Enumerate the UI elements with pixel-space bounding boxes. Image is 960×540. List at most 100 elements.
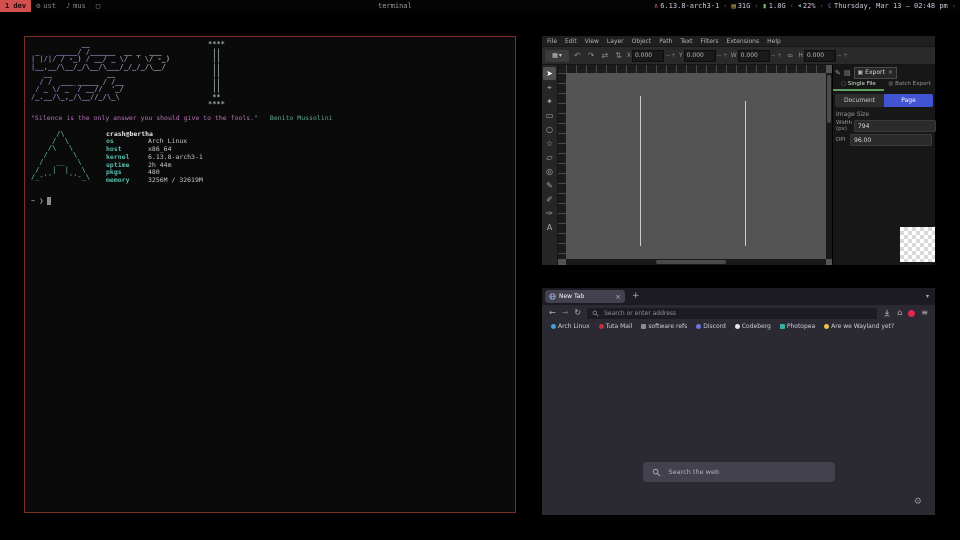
workspace-dev[interactable]: 1 dev bbox=[0, 0, 31, 12]
flip-vertical-icon[interactable]: ⇅ bbox=[613, 51, 624, 60]
y-decrement[interactable]: − bbox=[717, 52, 722, 59]
forward-button[interactable]: → bbox=[562, 309, 569, 317]
volume-module[interactable]: ◀ 22% bbox=[798, 2, 816, 10]
x-increment[interactable]: + bbox=[671, 52, 676, 59]
box-3d-tool[interactable]: ▱ bbox=[543, 151, 556, 164]
tab-close-icon[interactable]: × bbox=[615, 293, 621, 301]
menu-edit[interactable]: Edit bbox=[565, 38, 577, 45]
bookmark-photopea[interactable]: Photopea bbox=[780, 323, 815, 330]
navigation-bar: ← → ↻ ⌂ ≡ bbox=[542, 305, 935, 321]
workspace-ust[interactable]: ⚙ ust bbox=[31, 0, 61, 12]
workspace-empty[interactable]: □ bbox=[91, 0, 105, 12]
menu-file[interactable]: File bbox=[547, 38, 557, 45]
y-increment[interactable]: + bbox=[723, 52, 728, 59]
bookmark-codeberg[interactable]: Codeberg bbox=[735, 323, 771, 330]
web-search-input[interactable] bbox=[667, 467, 826, 477]
vertical-scroll-thumb[interactable] bbox=[827, 75, 831, 123]
node-tool[interactable]: ⌖ bbox=[543, 81, 556, 94]
star-tool[interactable]: ☆ bbox=[543, 137, 556, 150]
active-tab[interactable]: New Tab × bbox=[545, 290, 625, 303]
w-decrement[interactable]: − bbox=[771, 52, 776, 59]
document-button[interactable]: Document bbox=[835, 94, 884, 107]
w-increment[interactable]: + bbox=[777, 52, 782, 59]
menu-object[interactable]: Object bbox=[632, 38, 652, 45]
menu-text[interactable]: Text bbox=[680, 38, 692, 45]
pencil-panel-icon[interactable]: ✎ bbox=[835, 69, 841, 77]
horizontal-scroll-thumb[interactable] bbox=[656, 260, 726, 264]
h-increment[interactable]: + bbox=[843, 52, 848, 59]
selection-mode-dropdown[interactable]: ▦ ▾ bbox=[545, 50, 569, 62]
disk-icon: ▤ bbox=[731, 2, 735, 10]
bookmark-discord[interactable]: Discord bbox=[696, 323, 726, 330]
separator: ‹ bbox=[723, 2, 727, 10]
export-width-input[interactable] bbox=[854, 120, 936, 132]
workspace-dev-label: 1 dev bbox=[5, 2, 26, 10]
menu-view[interactable]: View bbox=[585, 38, 599, 45]
bookmark-software-refs-folder[interactable]: software refs bbox=[641, 323, 687, 330]
export-dpi-input[interactable] bbox=[850, 134, 932, 146]
layers-panel-icon[interactable]: ▤ bbox=[844, 69, 851, 77]
calligraphy-tool[interactable]: ✑ bbox=[543, 207, 556, 220]
shape-builder-tool[interactable]: ✦ bbox=[543, 95, 556, 108]
spiral-tool[interactable]: ◎ bbox=[543, 165, 556, 178]
memory-used: 1.8G bbox=[769, 2, 786, 10]
pencil-tool[interactable]: ✎ bbox=[543, 179, 556, 192]
canvas-horizontal-scrollbar[interactable] bbox=[566, 259, 826, 265]
recording-indicator-icon[interactable] bbox=[908, 310, 915, 317]
download-icon[interactable] bbox=[883, 309, 891, 317]
lock-ratio-icon[interactable]: ∞ bbox=[785, 51, 796, 60]
chevron-down-icon: ▾ bbox=[559, 52, 562, 59]
status-bar: 1 dev ⚙ ust ♪ mus □ terminal ∧ 6.13.8-ar… bbox=[0, 0, 960, 12]
batch-export-icon: ▥ bbox=[888, 81, 893, 87]
terminal-window[interactable]: __ **** _ _____/ /______ __ _ ___ || | |… bbox=[24, 36, 516, 513]
w-input[interactable]: 0.000 bbox=[738, 50, 770, 62]
reload-button[interactable]: ↻ bbox=[574, 309, 581, 317]
single-file-tab[interactable]: ▢ Single File bbox=[833, 79, 884, 91]
bookmark-are-we-wayland-yet[interactable]: Are we Wayland yet? bbox=[824, 323, 894, 330]
close-icon[interactable]: × bbox=[888, 69, 893, 76]
batch-export-tab[interactable]: ▥ Batch Export bbox=[884, 79, 935, 91]
back-button[interactable]: ← bbox=[549, 309, 556, 317]
bookmark-arch-linux[interactable]: Arch Linux bbox=[551, 323, 590, 330]
list-tabs-chevron-icon[interactable]: ▾ bbox=[926, 293, 929, 300]
tray-chevron-icon[interactable]: ‹ bbox=[952, 2, 956, 10]
menu-icon[interactable]: ≡ bbox=[921, 309, 928, 317]
welcome-ascii-banner: __ **** _ _____/ /______ __ _ ___ || | |… bbox=[31, 41, 509, 109]
h-input[interactable]: 0.000 bbox=[804, 50, 836, 62]
x-decrement[interactable]: − bbox=[665, 52, 670, 59]
pen-tool[interactable]: ✐ bbox=[543, 193, 556, 206]
new-tab-button[interactable]: + bbox=[632, 292, 640, 301]
bookmark-tuta-mail[interactable]: Tuta Mail bbox=[599, 323, 633, 330]
separator: ‹ bbox=[790, 2, 794, 10]
h-decrement[interactable]: − bbox=[837, 52, 842, 59]
url-bar[interactable] bbox=[587, 308, 877, 319]
rectangle-tool[interactable]: ▭ bbox=[543, 109, 556, 122]
page-button[interactable]: Page bbox=[884, 94, 933, 107]
select-tool-toolbar: ▦ ▾ ↶ ↷ ⇄ ⇅ X 0.000 − + Y 0.000 − + W 0.… bbox=[542, 46, 935, 65]
personalize-gear-icon[interactable]: ⚙ bbox=[914, 497, 922, 507]
rotate-ccw-icon[interactable]: ↶ bbox=[572, 51, 583, 60]
menu-help[interactable]: Help bbox=[767, 38, 781, 45]
y-input[interactable]: 0.000 bbox=[684, 50, 716, 62]
canvas-area[interactable] bbox=[558, 65, 832, 265]
text-cursor bbox=[47, 197, 51, 205]
url-input[interactable] bbox=[602, 309, 872, 318]
menu-extensions[interactable]: Extensions bbox=[727, 38, 760, 45]
menu-layer[interactable]: Layer bbox=[607, 38, 624, 45]
x-input[interactable]: 0.000 bbox=[632, 50, 664, 62]
export-tab[interactable]: ▣ Export × bbox=[854, 67, 897, 79]
tool-palette: ➤ ⌖ ✦ ▭ ○ ☆ ▱ ◎ ✎ ✐ ✑ A bbox=[542, 65, 558, 265]
select-tool[interactable]: ➤ bbox=[543, 67, 556, 80]
menu-filters[interactable]: Filters bbox=[701, 38, 719, 45]
menu-path[interactable]: Path bbox=[659, 38, 672, 45]
flip-horizontal-icon[interactable]: ⇄ bbox=[599, 51, 610, 60]
web-search-bar[interactable] bbox=[643, 462, 835, 482]
workspace-mus[interactable]: ♪ mus bbox=[61, 0, 91, 12]
rotate-cw-icon[interactable]: ↷ bbox=[586, 51, 597, 60]
volume-level: 22% bbox=[803, 2, 816, 10]
home-button[interactable]: ⌂ bbox=[897, 309, 902, 317]
text-tool[interactable]: A bbox=[543, 221, 556, 234]
shell-prompt[interactable]: ~ ❯ bbox=[31, 197, 509, 205]
export-dpi-row: DPI bbox=[836, 134, 932, 146]
ellipse-tool[interactable]: ○ bbox=[543, 123, 556, 136]
